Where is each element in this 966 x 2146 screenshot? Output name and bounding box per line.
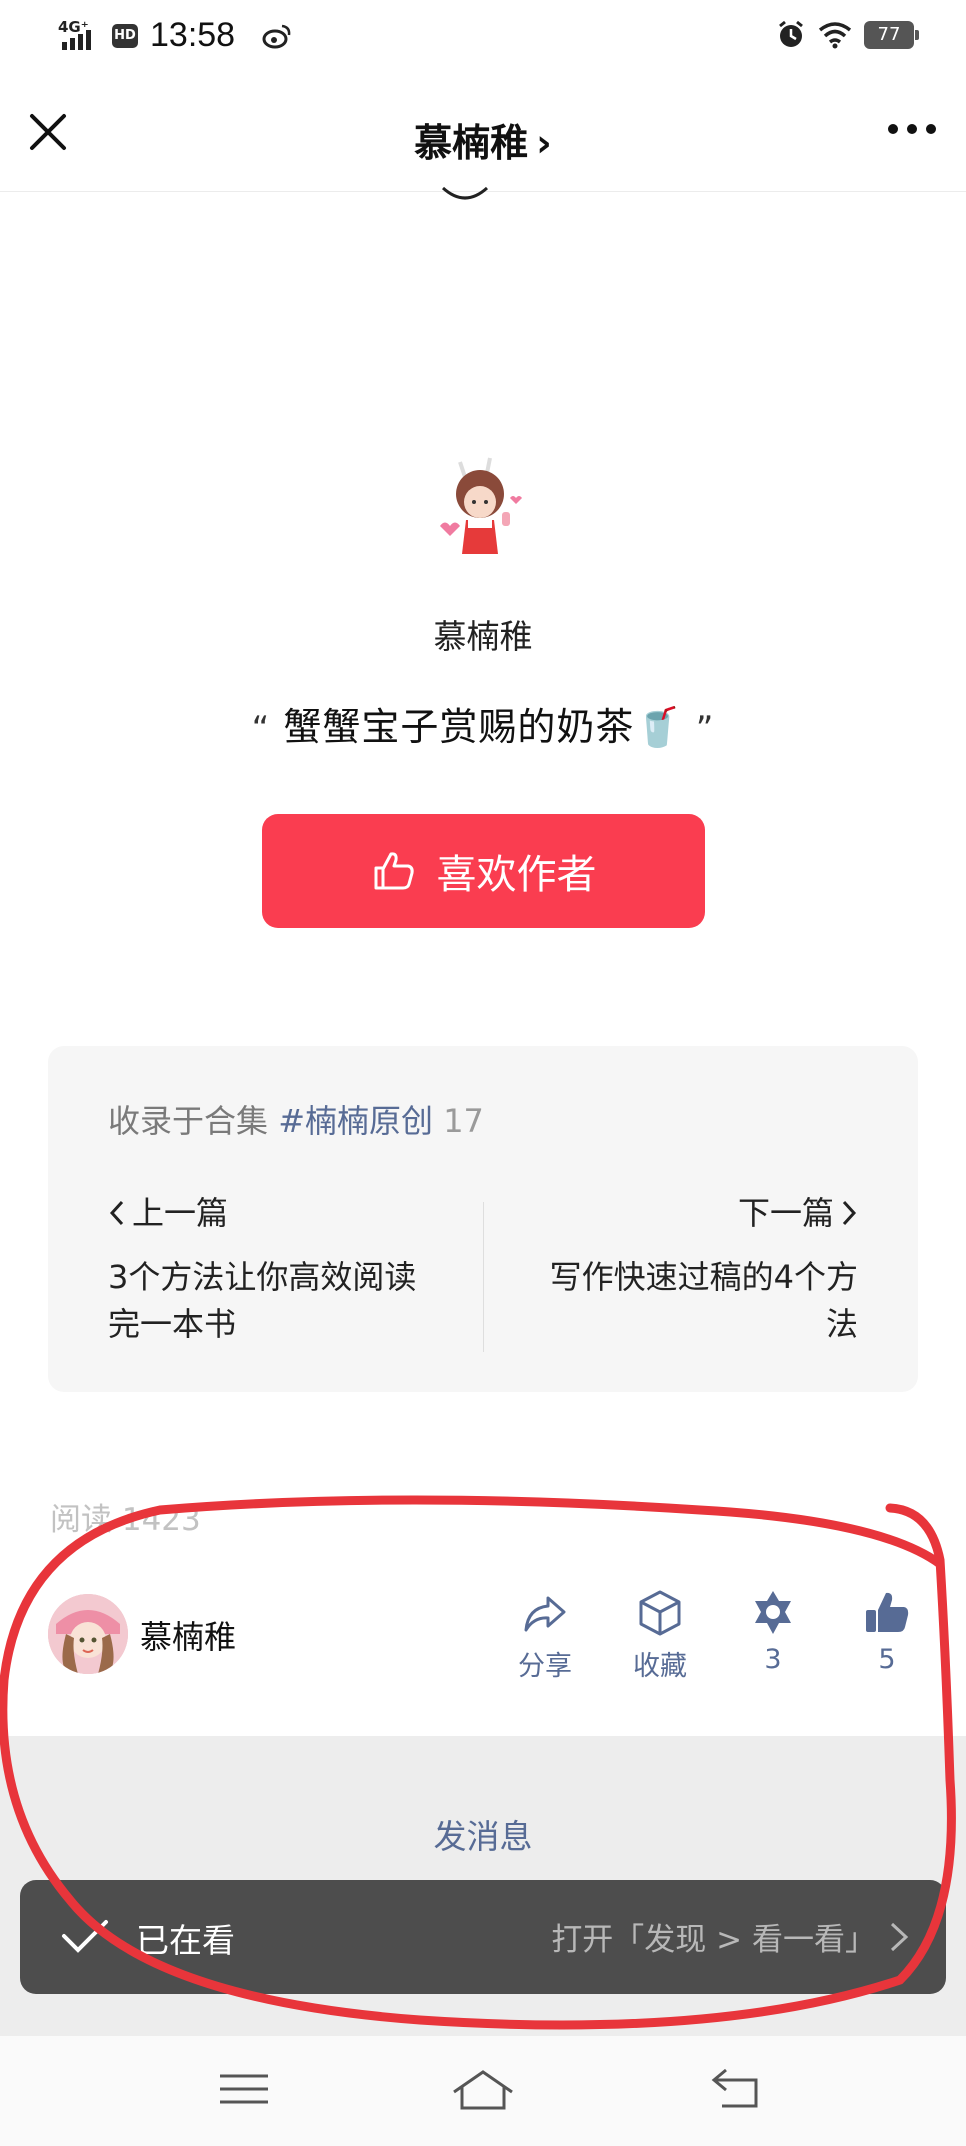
like-count: 5 [878,1644,896,1675]
article-action-bar: 慕楠稚 分享 收藏 3 5 [0,1570,966,1736]
reward-quote-text: 蟹蟹宝子赏赐的奶茶🥤 [283,705,683,749]
chevron-left-icon [109,1200,124,1226]
avatar[interactable] [48,1594,128,1674]
status-bar: 4G⁺ HD 13:58 77 [0,0,966,72]
status-time: 13:58 [150,16,236,54]
wow-button[interactable]: 3 [728,1588,818,1675]
next-label: 下一篇 [518,1188,858,1234]
battery-icon: 77 [864,21,919,49]
system-nav-bar [0,2036,966,2146]
open-discover-link[interactable]: 打开「发现 > 看一看」 [551,1914,912,1959]
content-fragment [441,186,489,200]
chevron-right-icon [842,1200,857,1226]
previous-article-title: 3个方法让你高效阅读完一本书 [108,1258,417,1343]
share-label: 分享 [518,1651,572,1682]
share-icon [524,1596,566,1632]
favorite-button[interactable]: 收藏 [615,1588,705,1683]
checkmark-icon [62,1920,108,1953]
collection-prefix: 收录于合集 [108,1102,269,1140]
signal-icon: 4G⁺ [58,18,100,52]
thumbs-up-outline-icon [374,852,414,890]
reward-quote: “ 蟹蟹宝子赏赐的奶茶🥤 ” [0,696,966,751]
cube-icon [639,1590,681,1636]
quote-open: “ [251,709,271,749]
wow-flower-icon [755,1591,791,1634]
weibo-icon [262,24,291,49]
next-article[interactable]: 下一篇 写作快速过稿的4个方法 [518,1188,858,1348]
reward-author-name: 慕楠稚 [433,617,533,656]
quote-close: ” [695,709,715,749]
nav-bar: 慕楠稚 › [0,72,966,192]
next-label-text: 下一篇 [737,1194,834,1232]
previous-label-text: 上一篇 [132,1194,229,1232]
collection-tag-link[interactable]: #楠楠原创 [278,1102,433,1140]
send-message-link[interactable]: 发消息 [0,1810,966,1858]
more-icon[interactable] [888,124,936,138]
previous-label: 上一篇 [108,1188,448,1234]
hd-icon: HD [112,24,138,48]
favorite-label: 收藏 [633,1651,687,1682]
avatar-image [48,1594,128,1674]
account-title-text: 慕楠稚 [414,121,529,165]
divider [483,1202,484,1352]
open-discover-label: 打开「发现 > 看一看」 [551,1922,876,1958]
share-button[interactable]: 分享 [500,1588,590,1683]
next-article-title: 写作快速过稿的4个方法 [549,1258,858,1343]
back-icon[interactable] [706,2064,766,2114]
like-author-button[interactable]: 喜欢作者 [262,814,705,928]
collection-header: 收录于合集 #楠楠原创 17 [108,1096,484,1142]
wow-count: 3 [764,1644,782,1675]
thumbs-up-icon [866,1592,909,1632]
alarm-icon [779,20,803,47]
account-title[interactable]: 慕楠稚 › [0,112,966,167]
menu-icon[interactable] [214,2064,274,2114]
collection-card: 收录于合集 #楠楠原创 17 上一篇 3个方法让你高效阅读完一本书 下一篇 写作… [48,1046,918,1392]
author-name[interactable]: 慕楠稚 [140,1612,236,1658]
collection-count: 17 [443,1102,484,1140]
wifi-icon [818,22,852,49]
watching-toast: 已在看 打开「发现 > 看一看」 [20,1880,946,1994]
chevron-right-icon [890,1922,909,1951]
home-icon[interactable] [448,2064,518,2114]
chevron-right-icon: › [536,121,552,165]
read-count: 阅读 1423 [50,1502,201,1538]
like-button[interactable]: 5 [842,1588,932,1675]
like-author-label: 喜欢作者 [436,852,597,898]
previous-article[interactable]: 上一篇 3个方法让你高效阅读完一本书 [108,1188,448,1348]
author-sticker-image [440,457,522,554]
toast-text: 已在看 [136,1921,235,1960]
status-right: 77 [776,20,919,50]
